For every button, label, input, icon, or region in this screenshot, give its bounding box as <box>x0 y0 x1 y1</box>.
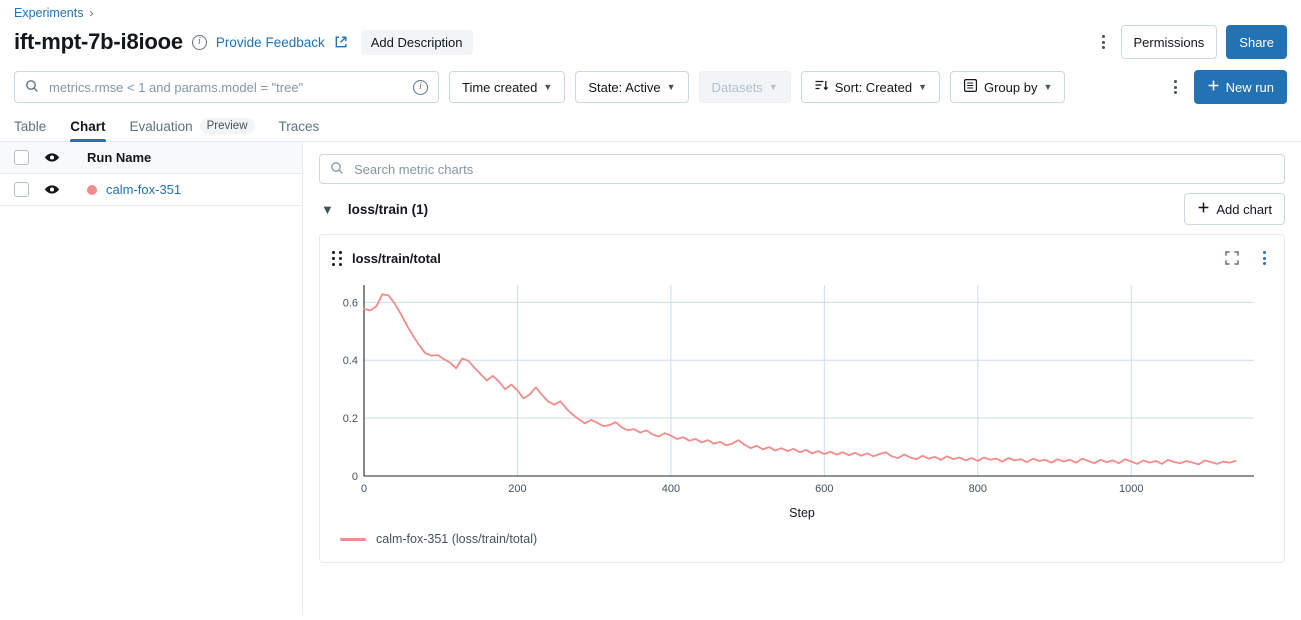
legend-color-swatch <box>340 537 366 541</box>
chevron-down-icon: ▼ <box>543 82 553 92</box>
tab-label: Table <box>14 119 47 134</box>
chevron-down-icon: ▼ <box>1043 82 1053 92</box>
share-button[interactable]: Share <box>1226 25 1287 59</box>
search-input[interactable] <box>47 78 405 96</box>
breadcrumb-item-experiments[interactable]: Experiments <box>14 6 83 20</box>
breadcrumb: Experiments › <box>0 0 1301 20</box>
search-info-icon[interactable]: i <box>413 79 428 95</box>
time-created-filter-button[interactable]: Time created ▼ <box>449 71 566 103</box>
toolbar-overflow-menu-icon[interactable] <box>1168 78 1184 96</box>
breadcrumb-separator: › <box>89 6 94 20</box>
chart-menu-icon[interactable] <box>1256 249 1272 267</box>
chart-title: loss/train/total <box>352 250 441 266</box>
svg-text:200: 200 <box>508 483 526 495</box>
metric-search-input[interactable] <box>352 160 1274 178</box>
tab-label: Traces <box>278 119 320 134</box>
plus-icon <box>1207 79 1220 95</box>
tab-label: Chart <box>70 119 106 134</box>
chevron-down-icon: ▼ <box>666 82 676 92</box>
column-header-run-name: Run Name <box>87 150 152 165</box>
datasets-label: Datasets <box>711 79 763 95</box>
info-icon[interactable]: i <box>191 34 207 50</box>
search-icon <box>330 161 344 178</box>
chart-section-header: ▼ loss/train (1) Add chart <box>319 184 1285 234</box>
metric-chart-card: loss/train/total 0 0.2 0.4 0.6 0 200 400 600 800… <box>319 234 1285 563</box>
tab-table[interactable]: Table <box>14 119 46 141</box>
run-color-dot <box>87 184 97 195</box>
chart-card-tools <box>1224 249 1272 267</box>
external-link-icon[interactable] <box>334 35 348 49</box>
view-tabs: Table Chart Evaluation Preview Traces <box>0 112 1301 142</box>
drag-handle-icon[interactable] <box>332 250 342 266</box>
row-checkbox[interactable] <box>14 182 29 197</box>
runs-panel: Run Name calm-fox-351 <box>0 142 303 614</box>
experiment-header: ift-mpt-7b-i8iooe i Provide Feedback Add… <box>0 20 1301 60</box>
search-runs-box[interactable]: i <box>14 71 439 103</box>
datasets-filter-button: Datasets ▼ <box>698 71 791 103</box>
svg-text:0.4: 0.4 <box>343 355 358 367</box>
chart-plot-area: 0 0.2 0.4 0.6 0 200 400 600 800 1000 <box>332 277 1272 502</box>
content-area: Run Name calm-fox-351 ▼ <box>0 142 1301 614</box>
state-filter-button[interactable]: State: Active ▼ <box>575 71 689 103</box>
tab-traces[interactable]: Traces <box>279 119 320 141</box>
select-all-checkbox[interactable] <box>14 150 29 165</box>
line-chart-svg: 0 0.2 0.4 0.6 0 200 400 600 800 1000 <box>343 285 1254 495</box>
fullscreen-icon[interactable] <box>1224 250 1240 266</box>
metric-chart-search-box[interactable] <box>319 154 1285 184</box>
add-description-button[interactable]: Add Description <box>360 29 473 55</box>
charts-panel: ▼ loss/train (1) Add chart loss/train/to… <box>303 142 1301 614</box>
legend-label: calm-fox-351 (loss/train/total) <box>376 532 538 546</box>
chevron-down-icon[interactable]: ▼ <box>319 202 334 217</box>
add-chart-button[interactable]: Add chart <box>1184 193 1285 225</box>
svg-text:800: 800 <box>969 483 987 495</box>
svg-text:0: 0 <box>361 483 367 495</box>
provide-feedback-link[interactable]: Provide Feedback <box>216 35 325 50</box>
tab-chart[interactable]: Chart <box>70 119 106 142</box>
runs-table-header: Run Name <box>0 142 302 174</box>
svg-text:600: 600 <box>815 483 833 495</box>
plus-icon <box>1197 201 1210 217</box>
search-icon <box>25 79 39 96</box>
new-run-button[interactable]: New run <box>1193 70 1287 104</box>
chart-card-header: loss/train/total <box>332 245 1272 271</box>
svg-text:0: 0 <box>352 471 358 483</box>
toggle-all-visibility-icon[interactable] <box>29 152 75 163</box>
run-name-link[interactable]: calm-fox-351 <box>106 182 181 197</box>
chevron-down-icon: ▼ <box>768 82 778 92</box>
tab-label: Evaluation <box>129 118 193 134</box>
permissions-button[interactable]: Permissions <box>1120 25 1218 59</box>
svg-text:0.2: 0.2 <box>343 413 358 425</box>
add-chart-label: Add chart <box>1216 201 1272 217</box>
tab-evaluation[interactable]: Evaluation Preview <box>130 118 255 141</box>
chevron-down-icon: ▼ <box>918 82 927 92</box>
list-box-icon <box>963 78 978 96</box>
time-created-label: Time created <box>462 79 538 95</box>
group-by-button[interactable]: Group by ▼ <box>949 71 1066 103</box>
filter-toolbar: i Time created ▼ State: Active ▼ Dataset… <box>0 60 1301 112</box>
page-title: ift-mpt-7b-i8iooe <box>14 29 183 54</box>
new-run-label: New run <box>1225 79 1274 95</box>
header-overflow-menu-icon[interactable] <box>1096 33 1112 51</box>
chart-section-title: loss/train (1) <box>347 201 429 217</box>
svg-text:0.6: 0.6 <box>343 297 358 309</box>
svg-text:1000: 1000 <box>1119 483 1143 495</box>
sort-button[interactable]: Sort: Created ▼ <box>800 71 940 103</box>
toggle-visibility-icon[interactable] <box>29 184 75 195</box>
table-row[interactable]: calm-fox-351 <box>0 174 302 206</box>
x-axis-label: Step <box>789 506 815 520</box>
state-label: State: Active <box>588 79 661 95</box>
sort-label: Sort: Created <box>834 79 913 95</box>
svg-text:400: 400 <box>662 483 680 495</box>
preview-badge: Preview <box>199 118 255 134</box>
chart-legend: calm-fox-351 (loss/train/total) <box>332 520 1272 546</box>
group-by-label: Group by <box>983 79 1038 95</box>
sort-descending-icon <box>814 78 829 96</box>
